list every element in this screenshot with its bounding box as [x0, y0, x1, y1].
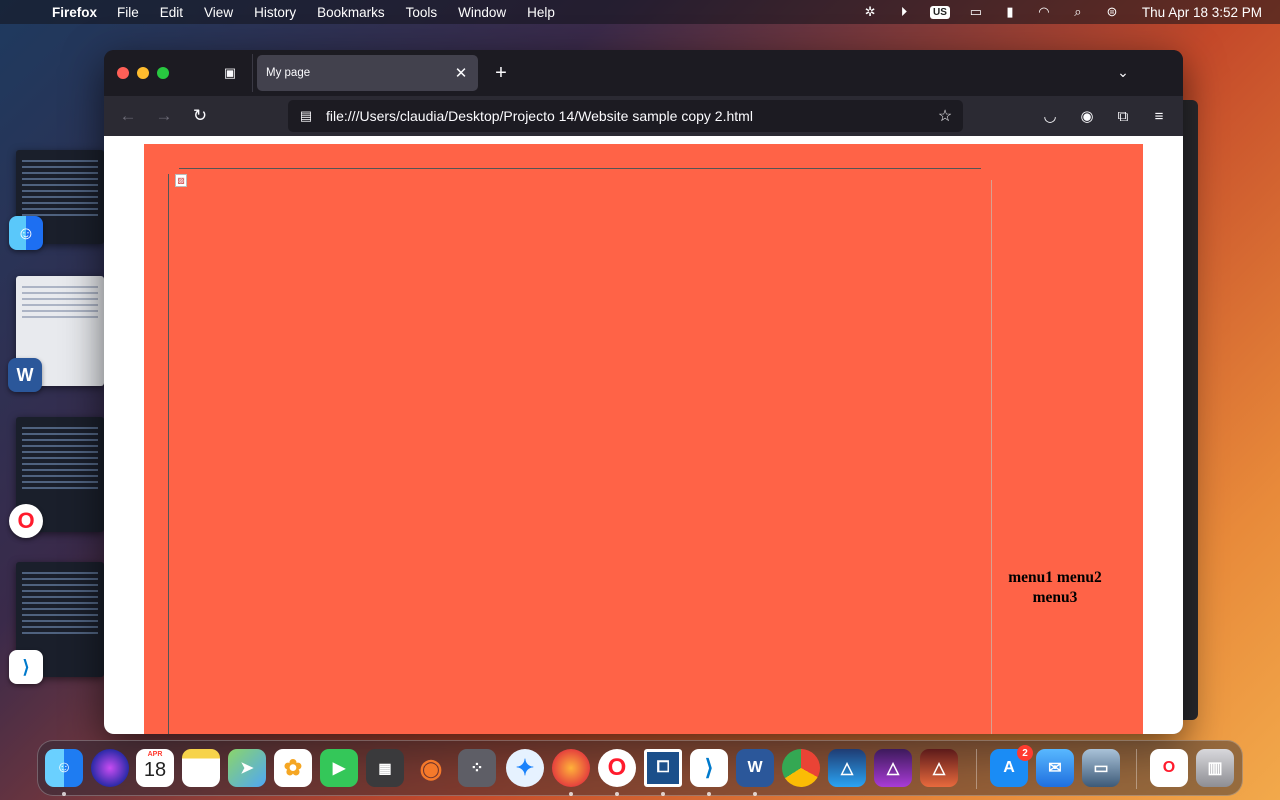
dock-calendar-icon[interactable]: APR 18: [136, 749, 174, 787]
menubar-clock[interactable]: Thu Apr 18 3:52 PM: [1142, 5, 1262, 20]
dock-trash-icon[interactable]: ▥: [1196, 749, 1234, 787]
frame-border-right: [991, 180, 992, 734]
dock-brackets-icon[interactable]: ⧠: [644, 749, 682, 787]
new-tab-icon[interactable]: +: [489, 61, 513, 85]
screen-mirroring-icon[interactable]: ▭: [968, 4, 984, 19]
calendar-month: APR: [147, 751, 163, 758]
dock-finder-icon[interactable]: ☺: [45, 749, 83, 787]
play-circle-icon[interactable]: ⏵: [896, 4, 912, 19]
dock-siri-icon[interactable]: [91, 749, 129, 787]
back-arrow-icon[interactable]: ←: [116, 104, 140, 128]
dock-firefox-icon[interactable]: [552, 749, 590, 787]
battery-icon[interactable]: ▮: [1002, 4, 1018, 19]
url-text[interactable]: file:///Users/claudia/Desktop/Projecto 1…: [326, 108, 935, 124]
zoom-window-button[interactable]: [157, 67, 169, 79]
dock-chrome-icon[interactable]: [782, 749, 820, 787]
app-menu-firefox[interactable]: Firefox: [52, 5, 97, 20]
tab-my-page[interactable]: My page ✕: [257, 55, 478, 91]
dock-safari-icon[interactable]: ✦: [506, 749, 544, 787]
menu-links[interactable]: menu1 menu2 menu3: [997, 568, 1113, 608]
running-indicator: [615, 792, 619, 796]
minimize-window-button[interactable]: [137, 67, 149, 79]
page-viewport: ▨ menu1 menu2 menu3: [104, 136, 1183, 734]
broken-image-icon: ▨: [175, 174, 187, 187]
app-store-badge: 2: [1017, 745, 1033, 761]
menu-edit[interactable]: Edit: [160, 5, 183, 20]
dock: ☺ APR 18 ➤ ✿ ▶ ▦ ◉ ⁘ ✦ O ⧠ ⟩ W △ △ △ A 2…: [37, 740, 1243, 796]
horizontal-rule: [179, 168, 981, 169]
running-indicator: [707, 792, 711, 796]
input-source-badge[interactable]: US: [930, 5, 950, 19]
spotlight-search-icon[interactable]: ⌕: [1070, 4, 1086, 19]
dock-separator: [976, 749, 977, 789]
menu-bookmarks[interactable]: Bookmarks: [317, 5, 385, 20]
running-indicator: [661, 792, 665, 796]
dock-affinity-designer-icon[interactable]: △: [828, 749, 866, 787]
dock-mail-icon[interactable]: ✉: [1036, 749, 1074, 787]
list-all-tabs-chevron-icon[interactable]: ⌄: [1112, 61, 1134, 83]
forward-arrow-icon[interactable]: →: [152, 104, 176, 128]
frame-border-left: [168, 174, 169, 734]
pocket-icon[interactable]: ◡: [1038, 104, 1062, 128]
grammarly-icon[interactable]: ✲: [862, 4, 878, 19]
tab-divider: [252, 54, 253, 92]
dock-preview-icon[interactable]: ▭: [1082, 749, 1120, 787]
tab-close-icon[interactable]: ✕: [453, 64, 469, 82]
wifi-icon[interactable]: ◠: [1036, 4, 1052, 19]
calendar-day: 18: [143, 759, 167, 781]
menu-tools[interactable]: Tools: [406, 5, 438, 20]
dock-app-store-icon[interactable]: A 2: [990, 745, 1033, 787]
extensions-puzzle-icon[interactable]: ⧉: [1111, 104, 1135, 128]
dock-opera-installer-icon[interactable]: O: [1150, 749, 1188, 787]
tab-bar: ▣ My page ✕ + ⌄: [104, 50, 1183, 96]
url-bar[interactable]: ▤ file:///Users/claudia/Desktop/Projecto…: [288, 100, 963, 132]
running-indicator: [62, 792, 66, 796]
running-indicator: [753, 792, 757, 796]
finder-icon[interactable]: ☺: [9, 216, 43, 250]
bookmark-star-icon[interactable]: ☆: [935, 106, 955, 126]
dock-affinity-photo-icon[interactable]: △: [874, 749, 912, 787]
dock-calculator-icon[interactable]: ▦: [366, 749, 404, 787]
menu-file[interactable]: File: [117, 5, 139, 20]
dock-word-icon[interactable]: W: [736, 749, 774, 787]
dock-vscode-icon[interactable]: ⟩: [690, 749, 728, 787]
tab-title: My page: [266, 67, 311, 79]
page-container: ▨ menu1 menu2 menu3: [144, 144, 1143, 734]
dock-notes-icon[interactable]: [182, 749, 220, 787]
firefox-window: ▣ My page ✕ + ⌄ ← → ↻ ▤ file:///Users/cl…: [104, 50, 1183, 734]
firefox-view-icon[interactable]: ▣: [220, 63, 240, 83]
dock-maps-icon[interactable]: ➤: [228, 749, 266, 787]
dock-separator: [1136, 749, 1137, 789]
vscode-icon[interactable]: ⟩: [9, 650, 43, 684]
opera-icon[interactable]: O: [9, 504, 43, 538]
menu-bar: Firefox File Edit View History Bookmarks…: [0, 0, 1280, 24]
menu-history[interactable]: History: [254, 5, 296, 20]
menu-view[interactable]: View: [204, 5, 233, 20]
control-center-icon[interactable]: ⊜: [1104, 4, 1120, 19]
close-window-button[interactable]: [117, 67, 129, 79]
reload-icon[interactable]: ↻: [188, 104, 212, 128]
page-document-icon[interactable]: ▤: [298, 108, 314, 124]
menu-help[interactable]: Help: [527, 5, 555, 20]
dock-launchpad-icon[interactable]: ⁘: [458, 749, 496, 787]
hamburger-menu-icon[interactable]: ≡: [1147, 104, 1171, 128]
navigation-toolbar: ← → ↻ ▤ file:///Users/claudia/Desktop/Pr…: [104, 96, 1183, 136]
dock-photos-icon[interactable]: ✿: [274, 749, 312, 787]
word-icon[interactable]: W: [8, 358, 42, 392]
account-icon[interactable]: ◉: [1075, 104, 1099, 128]
dock-facetime-icon[interactable]: ▶: [320, 749, 358, 787]
menu-window[interactable]: Window: [458, 5, 506, 20]
dock-opera-icon[interactable]: O: [598, 749, 636, 787]
dock-affinity-publisher-icon[interactable]: △: [920, 749, 958, 787]
running-indicator: [569, 792, 573, 796]
dock-blender-icon[interactable]: ◉: [412, 749, 450, 787]
